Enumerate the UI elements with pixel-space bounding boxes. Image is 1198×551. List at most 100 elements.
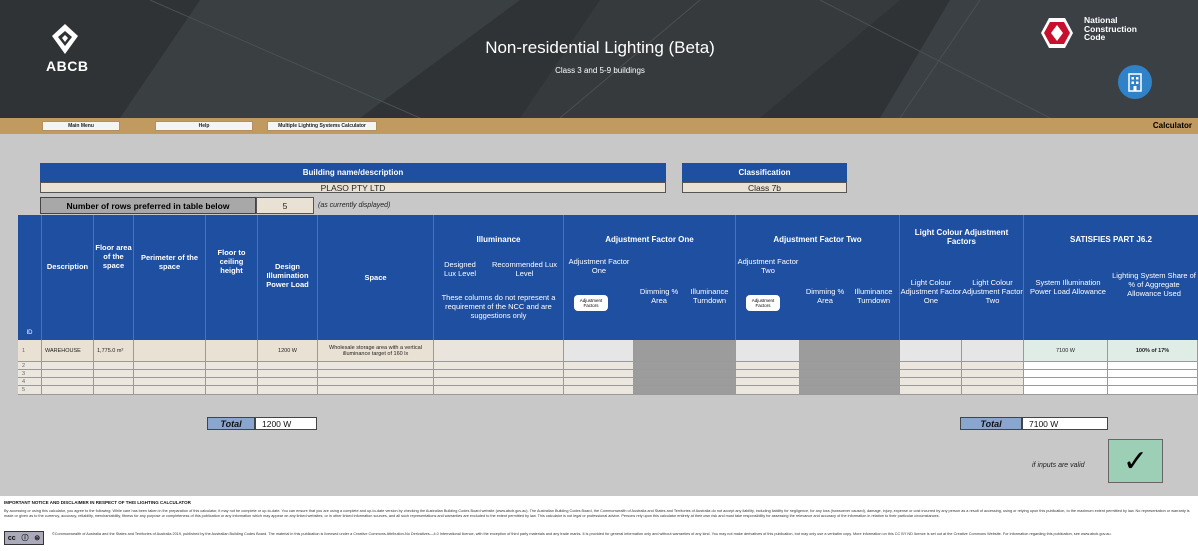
cell-allowance [1024, 362, 1108, 370]
cell-adj-one[interactable] [564, 362, 634, 370]
cell-lc-one[interactable] [900, 386, 962, 395]
cell-ceiling[interactable] [206, 386, 258, 395]
cell-adj-two[interactable] [736, 340, 800, 362]
col-design-load-label: Design Illumination Power Load [266, 262, 309, 289]
cell-description[interactable] [42, 378, 94, 386]
cell-floor-area[interactable] [94, 378, 134, 386]
footer: IMPORTANT NOTICE AND DISCLAIMER IN RESPE… [0, 496, 1198, 551]
adj-one-title: Adjustment Factor One [605, 235, 694, 244]
cell-adj-one[interactable] [564, 340, 634, 362]
cell-floor-area[interactable] [94, 370, 134, 378]
col-ceiling-label: Floor to ceiling height [217, 248, 246, 275]
main-menu-button[interactable]: Main Menu [42, 121, 120, 131]
building-name-label: Building name/description [40, 163, 666, 182]
cell-id: 3 [18, 370, 42, 378]
cell-adj-one-dim [634, 386, 736, 395]
cell-design-load[interactable] [258, 378, 318, 386]
cell-lc-one[interactable] [900, 378, 962, 386]
cell-lc-one[interactable] [900, 362, 962, 370]
col-space-header: Space [318, 215, 434, 340]
cell-perimeter[interactable] [134, 378, 206, 386]
cell-adj-one[interactable] [564, 386, 634, 395]
cell-adj-one-dim [634, 362, 736, 370]
page-title: Non-residential Lighting (Beta) [485, 38, 715, 57]
cc-by-icon: ⓘ [21, 535, 29, 542]
adj-one-sub-label: Adjustment Factor One [568, 257, 630, 275]
valid-note: if inputs are valid [1032, 462, 1085, 469]
cell-description[interactable] [42, 370, 94, 378]
building-name-value[interactable]: PLASO PTY LTD [40, 182, 666, 193]
cell-perimeter[interactable] [134, 386, 206, 395]
cell-design-load[interactable]: 1200 W [258, 340, 318, 362]
cell-id: 4 [18, 378, 42, 386]
classification-label: Classification [682, 163, 847, 182]
cell-adj-one-dim [634, 378, 736, 386]
disclaimer-body: By accessing or using this calculator, y… [4, 509, 1190, 518]
abcb-logo-text: ABCB [46, 58, 89, 74]
cell-adj-one[interactable] [564, 370, 634, 378]
total-load-value: 1200 W [255, 417, 317, 430]
cell-ceiling[interactable] [206, 370, 258, 378]
cell-adj-one-dim [634, 370, 736, 378]
adj-one-button[interactable]: Adjustment Factors [574, 295, 608, 311]
cell-space[interactable] [318, 378, 434, 386]
cell-designed-lux[interactable] [434, 386, 564, 395]
cell-adj-two[interactable] [736, 362, 800, 370]
cell-ceiling[interactable] [206, 378, 258, 386]
cell-share [1108, 378, 1198, 386]
cell-lc-two[interactable] [962, 362, 1024, 370]
cell-space[interactable] [318, 362, 434, 370]
cell-designed-lux[interactable] [434, 362, 564, 370]
cell-floor-area[interactable] [94, 386, 134, 395]
ncc-logo-text: National Construction Code [1084, 16, 1137, 42]
cell-space[interactable] [318, 370, 434, 378]
cell-ceiling[interactable] [206, 340, 258, 362]
help-button[interactable]: Help [155, 121, 253, 131]
cc-nd-icon: ⊜ [34, 535, 41, 542]
classification-value[interactable]: Class 7b [682, 182, 847, 193]
cell-description[interactable] [42, 386, 94, 395]
disclaimer-title: IMPORTANT NOTICE AND DISCLAIMER IN RESPE… [4, 500, 191, 505]
rows-count-label: Number of rows preferred in table below [40, 197, 256, 214]
cell-adj-two-dim [800, 362, 900, 370]
cell-designed-lux[interactable] [434, 370, 564, 378]
cell-floor-area[interactable] [94, 362, 134, 370]
table-row: 4 [18, 378, 1198, 386]
cell-lc-one[interactable] [900, 370, 962, 378]
cell-description[interactable] [42, 362, 94, 370]
cell-lc-two[interactable] [962, 386, 1024, 395]
designed-lux-label: Designed Lux Level [443, 260, 477, 278]
cell-space[interactable]: Wholesale storage area with a vertical i… [318, 340, 434, 362]
adj-two-dimming-label: Dimming % Area [805, 287, 845, 305]
multiple-lighting-button[interactable]: Multiple Lighting Systems Calculator [267, 121, 377, 131]
cell-lc-two[interactable] [962, 340, 1024, 362]
cell-allowance: 7100 W [1024, 340, 1108, 362]
cell-perimeter[interactable] [134, 362, 206, 370]
table-row: 3 [18, 370, 1198, 378]
cell-adj-two-dim [800, 340, 900, 362]
cell-space[interactable] [318, 386, 434, 395]
share-label: Lighting System Share of % of Aggregate … [1112, 271, 1196, 298]
rows-count-note: (as currently displayed) [318, 202, 391, 209]
cell-design-load[interactable] [258, 386, 318, 395]
cell-adj-two[interactable] [736, 378, 800, 386]
rows-count-input[interactable]: 5 [256, 197, 314, 214]
cell-adj-two-dim [800, 386, 900, 395]
cell-design-load[interactable] [258, 370, 318, 378]
cell-perimeter[interactable] [134, 340, 206, 362]
cell-adj-two[interactable] [736, 370, 800, 378]
adj-two-button[interactable]: Adjustment Factors [746, 295, 780, 311]
cell-designed-lux[interactable] [434, 340, 564, 362]
cell-floor-area[interactable]: 1,775.0 m² [94, 340, 134, 362]
cell-lc-one[interactable] [900, 340, 962, 362]
cell-perimeter[interactable] [134, 370, 206, 378]
cell-description[interactable]: WAREHOUSE [42, 340, 94, 362]
cell-lc-two[interactable] [962, 370, 1024, 378]
cell-adj-two[interactable] [736, 386, 800, 395]
col-light-colour-header: Light Colour Adjustment Factors Light Co… [900, 215, 1024, 340]
cell-ceiling[interactable] [206, 362, 258, 370]
cell-adj-one[interactable] [564, 378, 634, 386]
cell-design-load[interactable] [258, 362, 318, 370]
cell-lc-two[interactable] [962, 378, 1024, 386]
cell-designed-lux[interactable] [434, 378, 564, 386]
